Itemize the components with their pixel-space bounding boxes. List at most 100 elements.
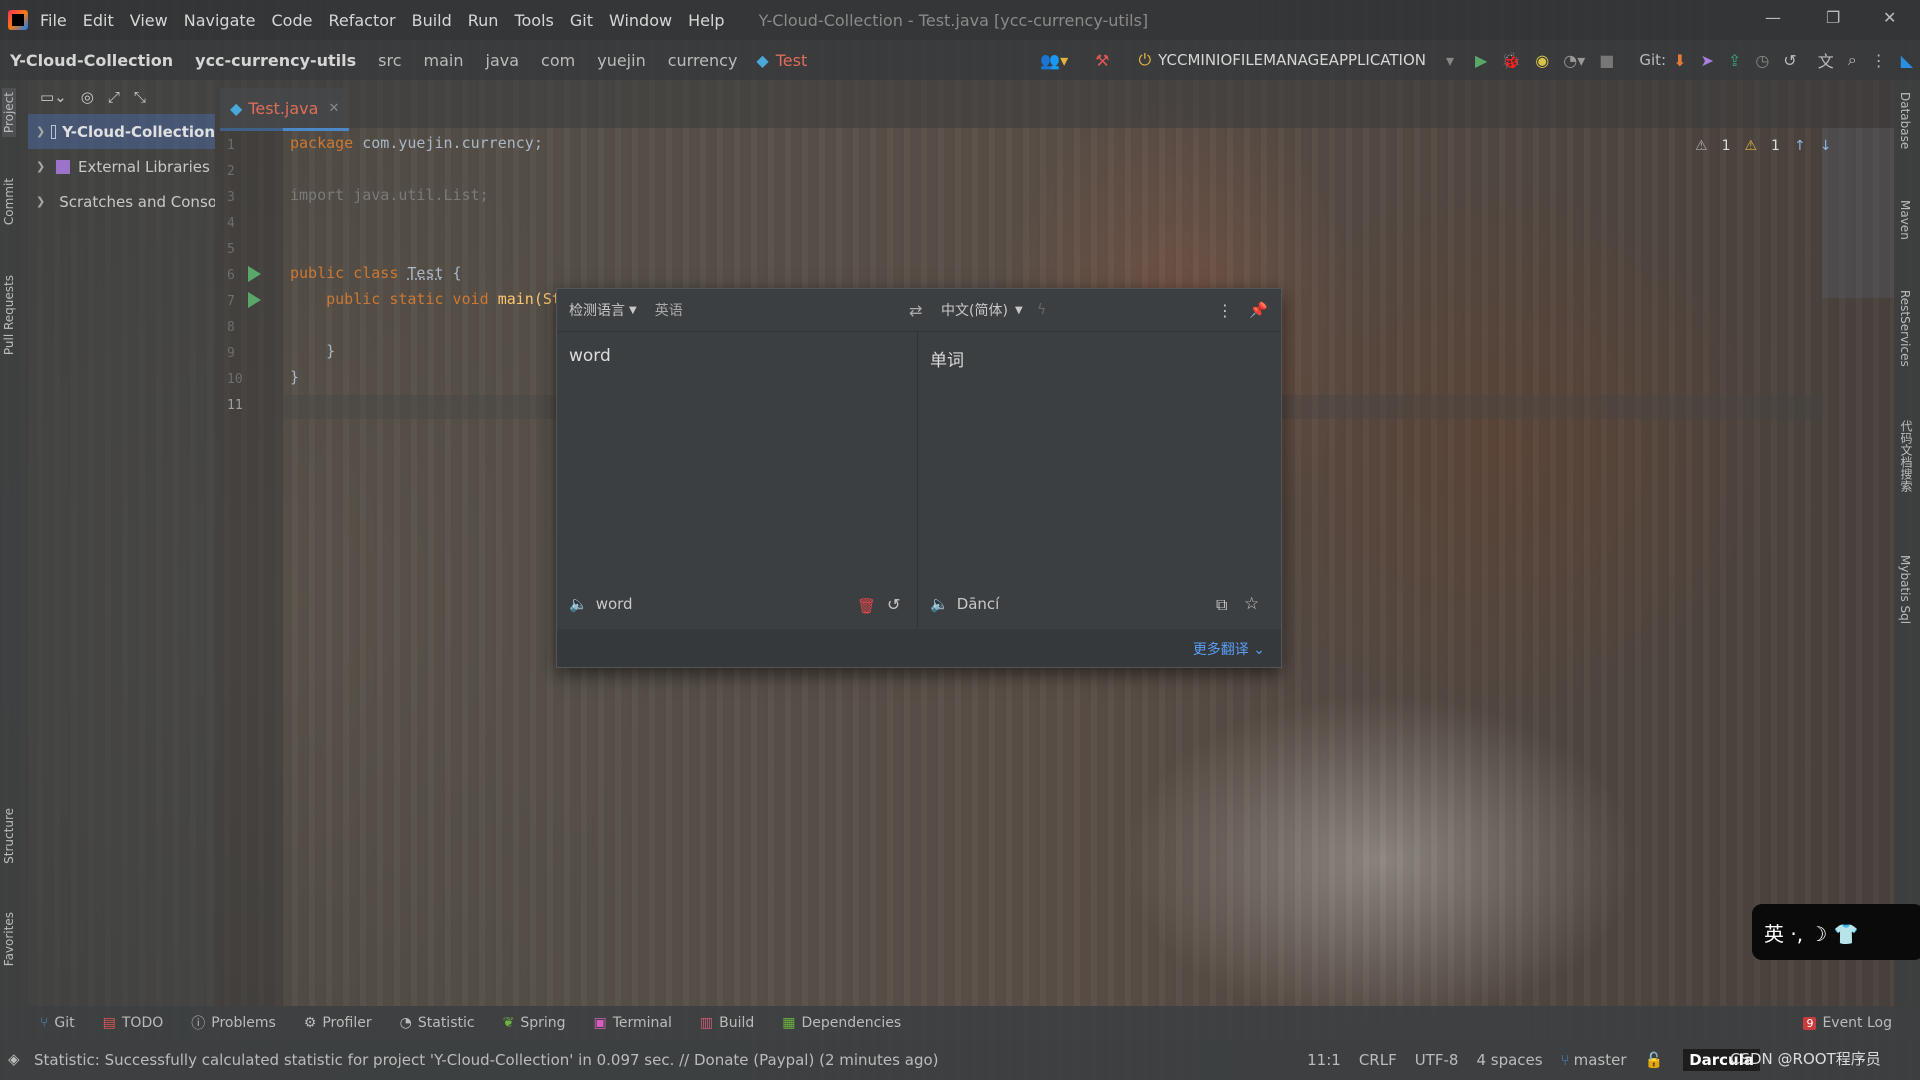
run-main-icon[interactable] [248,292,261,308]
toolwindow-profiler[interactable]: ⚙ Profiler [304,1015,372,1031]
crumb-src[interactable]: src [378,51,401,70]
git-commit-icon[interactable]: ➤ [1701,51,1714,70]
speaker-icon[interactable]: 🔈 [569,595,588,613]
ime-toolbar[interactable]: 英 ·, ☽ 👕 [1752,904,1920,960]
more-translations-link[interactable]: 更多翻译 ⌄ [1193,639,1265,659]
file-encoding[interactable]: UTF-8 [1415,1051,1459,1069]
trash-icon[interactable]: 🗑 [857,597,876,615]
swap-lang-icon[interactable]: ⇄ [909,301,922,320]
git-branch[interactable]: master [1574,1051,1627,1069]
close-window-icon[interactable]: ✕ [1883,8,1896,27]
inspection-widget[interactable]: ⚠ 1 ⚠ 1 ↑ ↓ [1695,138,1831,154]
history-icon[interactable]: ↺ [887,595,900,614]
close-tab-icon[interactable]: ✕ [328,101,339,116]
toolwindow-statistic[interactable]: ◔ Statistic [400,1015,475,1031]
chevron-right-icon[interactable]: ❯ [36,125,45,138]
lightning-icon[interactable]: ϟ [1037,302,1046,318]
lock-icon[interactable]: 🔓 [1645,1051,1664,1069]
pin-icon[interactable]: 📌 [1249,301,1268,319]
code-line-1[interactable]: package com.yuejin.currency; [290,134,543,152]
minimize-icon[interactable]: — [1765,8,1781,27]
toolwindow-build[interactable]: ▥ Build [700,1015,754,1031]
run-class-icon[interactable] [248,266,261,282]
crumb-com[interactable]: com [541,51,575,70]
tab-favorites[interactable]: Favorites [2,912,16,966]
menu-code[interactable]: Code [272,11,313,30]
crumb-java[interactable]: java [486,51,520,70]
code-line-7[interactable]: public static void main(St [290,290,561,308]
toolwindow-terminal[interactable]: ▣ Terminal [594,1015,672,1031]
chevron-down-icon[interactable]: ▼ [629,305,637,316]
toolwindow-problems[interactable]: ⓘ Problems [191,1013,276,1033]
speaker-icon[interactable]: 🔈 [930,595,949,613]
toolwindow-todo[interactable]: ▤ TODO [103,1015,164,1031]
tab-database[interactable]: Database [1898,92,1912,149]
status-message[interactable]: Statistic: Successfully calculated stati… [34,1051,939,1069]
run-config-select[interactable]: YCCMINIOFILEMANAGEAPPLICATION [1158,51,1426,69]
toolwindow-event-log[interactable]: 9 Event Log [1803,1015,1892,1031]
star-icon[interactable]: ☆ [1244,594,1259,614]
tab-mybatis[interactable]: Mybatis Sql [1898,555,1912,624]
menu-help[interactable]: Help [688,11,724,30]
menu-view[interactable]: View [130,11,168,30]
menu-navigate[interactable]: Navigate [184,11,256,30]
more-vertical-icon[interactable]: ⋮ [1871,51,1887,70]
layers-icon[interactable]: ◈ [8,1050,20,1068]
menu-run[interactable]: Run [468,11,499,30]
search-icon[interactable]: ⌕ [1848,50,1857,70]
line-separator[interactable]: CRLF [1359,1051,1397,1069]
code-line-10[interactable]: } [290,368,299,386]
history-icon[interactable]: ◷ [1755,51,1769,70]
source-text-input[interactable]: word [569,346,611,366]
menu-file[interactable]: File [40,11,67,30]
indent-setting[interactable]: 4 spaces [1476,1051,1542,1069]
tab-doc-search[interactable]: 代码文档搜索 [1898,420,1915,492]
crumb-project[interactable]: Y-Cloud-Collection [10,51,173,70]
git-update-icon[interactable]: ⬇ [1673,51,1686,70]
editor-tab-test-java[interactable]: ◆ Test.java ✕ [220,88,350,131]
menu-tools[interactable]: Tools [514,11,553,30]
run-icon[interactable]: ▶ [1475,51,1487,70]
chevron-down-icon[interactable]: ▾ [1446,51,1454,70]
crumb-module[interactable]: ycc-currency-utils [195,51,356,70]
project-view-icon[interactable]: ▭⌄ [40,88,67,106]
crumb-yuejin[interactable]: yuejin [597,51,645,70]
tree-item-project[interactable]: ❯ Y-Cloud-Collection [28,114,215,149]
menu-refactor[interactable]: Refactor [328,11,395,30]
more-vertical-icon[interactable]: ⋮ [1217,301,1233,320]
tab-rest-services[interactable]: RestServices [1898,290,1912,367]
source-pane[interactable]: word 🔈 word 🗑 ↺ [557,332,918,627]
build-hammer-icon[interactable]: ⚒ [1095,51,1109,70]
code-minimap[interactable] [1822,128,1894,298]
debug-icon[interactable]: 🐞 [1501,51,1521,70]
menu-git[interactable]: Git [570,11,593,30]
chevron-right-icon[interactable]: ❯ [36,160,50,173]
toolwindow-dependencies[interactable]: ▦ Dependencies [782,1015,901,1031]
restore-icon[interactable]: ❐ [1826,8,1840,27]
tree-item-external-libraries[interactable]: ❯ External Libraries [28,149,215,184]
tab-commit[interactable]: Commit [2,178,16,225]
collapse-all-icon[interactable]: ⤡ [134,88,146,106]
git-push-icon[interactable]: ⇪ [1728,51,1741,70]
copy-icon[interactable]: ⧉ [1216,595,1227,615]
locate-icon[interactable]: ◎ [81,88,94,106]
rollback-icon[interactable]: ↺ [1783,51,1796,70]
toolwindow-git[interactable]: ⑂ Git [40,1015,75,1031]
tab-maven[interactable]: Maven [1898,200,1912,240]
code-line-6[interactable]: public class Test { [290,264,462,282]
tab-structure[interactable]: Structure [2,808,16,864]
translate-icon[interactable]: 文 [1818,48,1834,72]
menu-build[interactable]: Build [412,11,452,30]
toolwindow-spring[interactable]: ❦ Spring [503,1015,566,1031]
expand-all-icon[interactable]: ⤢ [108,88,120,106]
coverage-icon[interactable]: ◉ [1535,51,1549,70]
tab-pull-requests[interactable]: Pull Requests [2,275,16,355]
code-line-3[interactable]: import java.util.List; [290,186,489,204]
arrow-up-icon[interactable]: ↑ [1794,138,1806,154]
chevron-down-icon[interactable]: ▼ [1015,305,1023,316]
target-lang-select[interactable]: 中文(简体) [941,300,1008,320]
source-lang-select[interactable]: 检测语言 [569,300,625,320]
arrow-down-icon[interactable]: ↓ [1820,138,1832,154]
code-line-9[interactable]: } [290,342,335,360]
crumb-currency[interactable]: currency [668,51,738,70]
